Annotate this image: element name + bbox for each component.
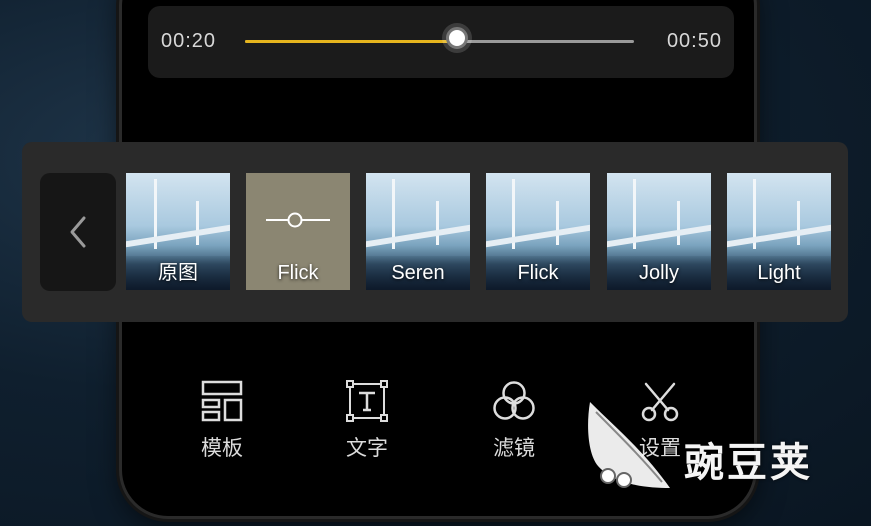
filter-label: Jolly (638, 262, 679, 284)
toolbar-label: 文字 (346, 437, 388, 460)
filter-icon (493, 381, 535, 420)
template-icon (201, 380, 243, 422)
filter-item-original[interactable]: 原图 (126, 173, 230, 290)
pea-pod-logo-icon (588, 402, 670, 488)
text-icon (346, 380, 388, 422)
filter-back-button[interactable] (40, 173, 116, 291)
filter-label: 原图 (158, 262, 198, 284)
filter-label: Seren (391, 262, 445, 284)
progress-slider[interactable] (245, 27, 634, 49)
total-time: 00:50 (666, 30, 722, 52)
playback-bar: 00:20 00:50 (148, 6, 734, 78)
adjust-slider-icon (266, 212, 330, 228)
filter-item-seren[interactable]: Seren (366, 173, 470, 290)
progress-thumb[interactable] (446, 27, 468, 49)
chevron-left-icon (70, 216, 86, 248)
toolbar-label: 模板 (201, 437, 243, 460)
toolbar-template-button[interactable]: 模板 (172, 380, 272, 462)
filter-label: Flick (517, 262, 559, 284)
toolbar-text-button[interactable]: 文字 (317, 380, 417, 462)
watermark-logo: 豌豆荚 (584, 396, 844, 496)
filter-item-jolly[interactable]: Jolly (607, 173, 711, 290)
filter-label: Flick (277, 262, 319, 284)
filter-panel: 原图 Flick Seren Flick Jolly Light (22, 142, 848, 322)
filter-item-light[interactable]: Light (727, 173, 831, 290)
toolbar-label: 滤镜 (493, 437, 535, 460)
filter-item-flick-selected[interactable]: Flick (246, 173, 350, 290)
filter-label: Light (757, 262, 801, 284)
watermark-text: 豌豆荚 (684, 441, 813, 485)
toolbar-filter-button[interactable]: 滤镜 (464, 380, 564, 462)
current-time: 00:20 (161, 30, 217, 52)
progress-fill (245, 40, 457, 43)
filter-item-flick[interactable]: Flick (486, 173, 590, 290)
